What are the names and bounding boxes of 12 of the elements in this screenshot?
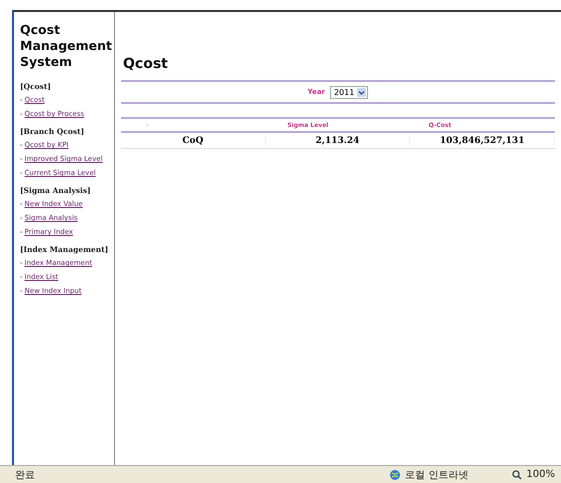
globe-icon bbox=[389, 468, 402, 480]
year-dropdown[interactable]: 2011 bbox=[330, 86, 368, 98]
zoom-level[interactable]: 100% bbox=[526, 469, 555, 480]
table-cell: 103,846,527,131 bbox=[410, 136, 556, 146]
site-title: Qcost Management System bbox=[20, 22, 114, 70]
status-text: 완료 bbox=[15, 468, 35, 482]
table-cell: 2,113.24 bbox=[266, 136, 410, 146]
zone-text: 로컬 인트라넷 bbox=[405, 468, 468, 482]
page-title: Qcost bbox=[123, 56, 169, 72]
table-cell: CoQ bbox=[121, 136, 266, 146]
dropdown-arrow-icon bbox=[357, 88, 366, 96]
magnifier-icon bbox=[512, 470, 522, 480]
